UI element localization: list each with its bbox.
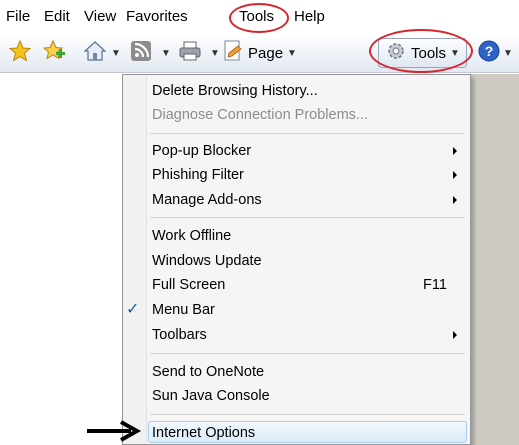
menu-item-phishing-filter[interactable]: Phishing Filter	[152, 166, 244, 184]
menu-tools-highlight-ring	[229, 3, 289, 33]
menu-item-sun-java-console[interactable]: Sun Java Console	[152, 387, 270, 405]
menu-item-full-screen[interactable]: Full Screen	[152, 276, 225, 294]
page-button[interactable]: Page ▼	[222, 34, 297, 73]
submenu-arrow-icon	[453, 147, 457, 155]
menu-item-send-to-onenote[interactable]: Send to OneNote	[152, 363, 264, 381]
menu-edit[interactable]: Edit	[44, 8, 70, 26]
tools-button-highlight-ring	[369, 29, 473, 73]
submenu-arrow-icon	[453, 331, 457, 339]
add-favorites-icon	[42, 39, 66, 68]
menu-item-internet-options[interactable]: Internet Options	[152, 424, 255, 442]
favorites-star-icon	[8, 39, 32, 68]
menu-file[interactable]: File	[6, 8, 30, 26]
pointer-arrow-icon	[87, 420, 143, 445]
chevron-down-icon[interactable]: ▼	[210, 48, 220, 59]
menu-separator	[150, 133, 465, 134]
submenu-arrow-icon	[453, 171, 457, 179]
menu-item-menu-bar[interactable]: Menu Bar	[152, 301, 215, 319]
left-blank-pane	[0, 74, 122, 445]
tools-dropdown-menu: Delete Browsing History... Diagnose Conn…	[122, 74, 471, 445]
print-icon	[178, 39, 202, 68]
home-button[interactable]: ▼	[83, 34, 121, 73]
menu-separator	[150, 353, 465, 354]
menu-item-toolbars[interactable]: Toolbars	[152, 326, 207, 344]
menu-item-work-offline[interactable]: Work Offline	[152, 227, 231, 245]
menu-icon-gutter	[123, 75, 147, 444]
menu-favorites[interactable]: Favorites	[126, 8, 188, 26]
chevron-down-icon[interactable]: ▼	[161, 48, 171, 59]
checkmark-icon: ✓	[126, 301, 140, 318]
help-button[interactable]: ? ▼	[477, 34, 513, 73]
help-icon: ?	[477, 39, 501, 68]
menu-item-delete-browsing-history[interactable]: Delete Browsing History...	[152, 82, 318, 100]
home-icon	[83, 39, 107, 68]
menu-help[interactable]: Help	[294, 8, 325, 26]
chevron-down-icon[interactable]: ▼	[287, 48, 297, 59]
menu-separator	[150, 217, 465, 218]
feeds-button[interactable]: ▼	[129, 34, 171, 73]
menu-item-manage-addons[interactable]: Manage Add-ons	[152, 191, 262, 209]
page-icon	[222, 39, 244, 68]
chevron-down-icon[interactable]: ▼	[111, 48, 121, 59]
svg-text:?: ?	[485, 43, 494, 59]
favorites-center-button[interactable]	[8, 34, 32, 73]
shortcut-full-screen: F11	[423, 277, 447, 293]
add-favorites-button[interactable]	[42, 34, 66, 73]
rss-feed-icon	[129, 39, 153, 68]
menu-item-diagnose-connection-problems: Diagnose Connection Problems...	[152, 107, 369, 123]
menu-separator	[150, 414, 465, 415]
page-button-label: Page	[248, 45, 284, 62]
menu-item-windows-update[interactable]: Windows Update	[152, 252, 262, 270]
print-button[interactable]: ▼	[178, 34, 220, 73]
menu-view[interactable]: View	[84, 8, 116, 26]
submenu-arrow-icon	[453, 196, 457, 204]
menu-item-popup-blocker[interactable]: Pop-up Blocker	[152, 142, 251, 160]
chevron-down-icon[interactable]: ▼	[503, 48, 513, 59]
